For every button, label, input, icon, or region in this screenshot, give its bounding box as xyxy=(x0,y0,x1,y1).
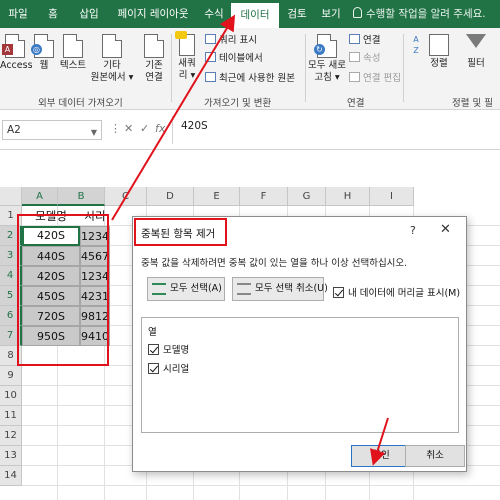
arrow-to-data-tab xyxy=(111,14,236,221)
annotation-arrows xyxy=(111,14,389,466)
arrow-to-ok-button xyxy=(370,417,389,466)
